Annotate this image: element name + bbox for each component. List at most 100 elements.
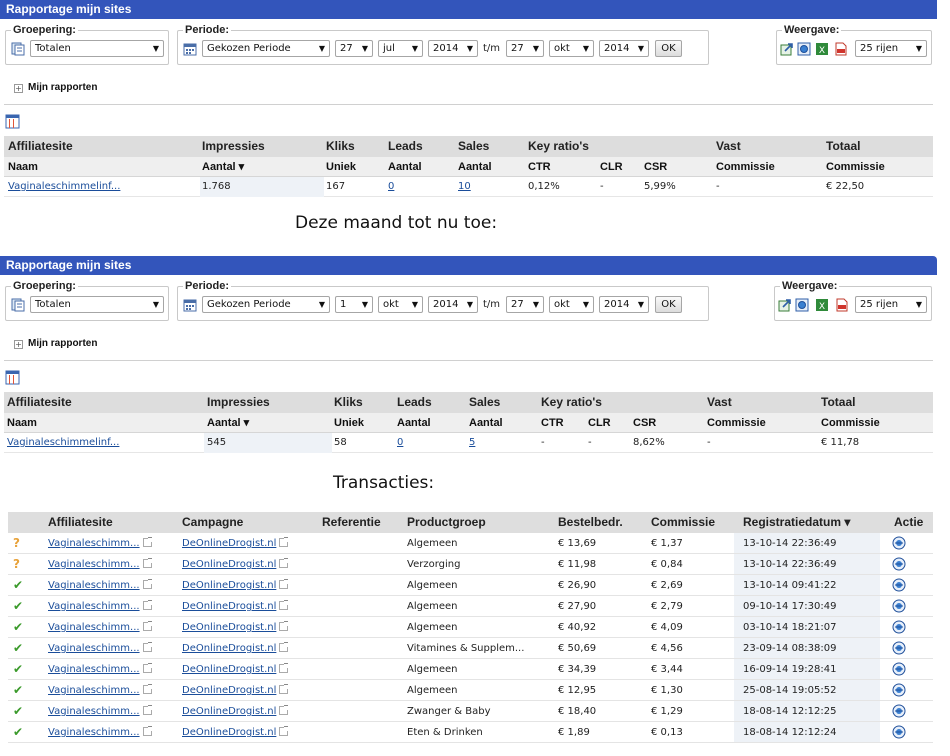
external-link-icon[interactable] [279,663,289,673]
external-link-icon[interactable] [142,726,152,736]
external-link-icon[interactable] [142,642,152,652]
sub-clr[interactable]: CLR [600,157,623,177]
sub-vast-commissie[interactable]: Commissie [716,157,775,177]
campaign-link[interactable]: DeOnlineDrogist.nl [182,580,276,591]
export-icon[interactable] [780,42,794,56]
site-link[interactable]: Vaginaleschimm... [48,559,140,570]
external-link-icon[interactable] [142,705,152,715]
external-link-icon[interactable] [142,537,152,547]
campaign-link[interactable]: DeOnlineDrogist.nl [182,559,276,570]
external-link-icon[interactable] [279,705,289,715]
campaign-link[interactable]: DeOnlineDrogist.nl [182,643,276,654]
campaign-link[interactable]: DeOnlineDrogist.nl [182,538,276,549]
leads-link[interactable]: 0 [397,433,403,453]
th-campagne[interactable]: Campagne [182,512,243,533]
sub-sales-aantal[interactable]: Aantal [458,157,492,177]
sub-totaal-commissie[interactable]: Commissie [826,157,885,177]
th-registratiedatum[interactable]: Registratiedatum ▾ [743,512,850,533]
columns-icon[interactable] [5,114,20,129]
site-link[interactable]: Vaginaleschimm... [48,643,140,654]
site-link[interactable]: Vaginaleschimm... [48,727,140,738]
details-action-icon[interactable] [892,578,906,592]
my-reports-link[interactable]: Mijn rapporten [28,338,97,349]
from-month-select[interactable]: jul ▼ [378,40,423,57]
sales-link[interactable]: 10 [458,177,471,197]
columns-icon[interactable] [5,370,20,385]
external-link-icon[interactable] [142,621,152,631]
details-action-icon[interactable] [892,620,906,634]
external-link-icon[interactable] [279,642,289,652]
sub-clr[interactable]: CLR [588,413,611,433]
sub-kliks-uniek[interactable]: Uniek [326,157,356,177]
to-month-select[interactable]: okt ▼ [549,296,594,313]
external-link-icon[interactable] [142,684,152,694]
th-affiliatesite[interactable]: Affiliatesite [48,512,113,533]
sub-totaal-commissie[interactable]: Commissie [821,413,880,433]
excel-icon[interactable]: X [815,298,829,312]
sub-leads-aantal[interactable]: Aantal [397,413,431,433]
expand-icon[interactable]: + [14,340,23,349]
external-link-icon[interactable] [142,579,152,589]
sub-vast-commissie[interactable]: Commissie [707,413,766,433]
excel-icon[interactable]: X [815,42,829,56]
external-link-icon[interactable] [142,663,152,673]
th-productgroep[interactable]: Productgroep [407,512,486,533]
pdf-icon[interactable] [834,42,848,56]
from-day-select[interactable]: 27 ▼ [335,40,373,57]
campaign-link[interactable]: DeOnlineDrogist.nl [182,601,276,612]
details-action-icon[interactable] [892,725,906,739]
sub-impressies-aantal[interactable]: Aantal ▾ [207,413,249,433]
sub-naam[interactable]: Naam [7,413,37,433]
details-action-icon[interactable] [892,536,906,550]
th-referentie[interactable]: Referentie [322,512,381,533]
to-day-select[interactable]: 27 ▼ [506,40,544,57]
site-link[interactable]: Vaginaleschimm... [48,664,140,675]
campaign-link[interactable]: DeOnlineDrogist.nl [182,706,276,717]
from-month-select[interactable]: okt ▼ [378,296,423,313]
external-link-icon[interactable] [279,726,289,736]
sub-ctr[interactable]: CTR [541,413,564,433]
sub-csr[interactable]: CSR [644,157,667,177]
campaign-link[interactable]: DeOnlineDrogist.nl [182,685,276,696]
from-year-select[interactable]: 2014 ▼ [428,296,478,313]
rows-select[interactable]: 25 rijen ▼ [855,40,927,57]
th-bestelbedrag[interactable]: Bestelbedr. [558,512,623,533]
sub-kliks-uniek[interactable]: Uniek [334,413,364,433]
details-action-icon[interactable] [892,704,906,718]
web-report-icon[interactable] [797,42,811,56]
sub-impressies-aantal[interactable]: Aantal ▾ [202,157,244,177]
leads-link[interactable]: 0 [388,177,394,197]
external-link-icon[interactable] [279,621,289,631]
expand-icon[interactable]: + [14,84,23,93]
external-link-icon[interactable] [279,579,289,589]
site-link[interactable]: Vaginaleschimm... [48,601,140,612]
sub-ctr[interactable]: CTR [528,157,551,177]
external-link-icon[interactable] [279,558,289,568]
site-link[interactable]: Vaginaleschimm... [48,622,140,633]
sub-naam[interactable]: Naam [8,157,38,177]
campaign-link[interactable]: DeOnlineDrogist.nl [182,727,276,738]
sales-link[interactable]: 5 [469,433,475,453]
th-commissie[interactable]: Commissie [651,512,715,533]
external-link-icon[interactable] [142,558,152,568]
to-year-select[interactable]: 2014 ▼ [599,40,649,57]
sub-csr[interactable]: CSR [633,413,656,433]
pdf-icon[interactable] [835,298,849,312]
external-link-icon[interactable] [279,600,289,610]
rows-select[interactable]: 25 rijen ▼ [855,296,927,313]
grouping-select[interactable]: Totalen ▼ [30,296,164,313]
ok-button[interactable]: OK [655,296,682,313]
site-link[interactable]: Vaginaleschimm... [48,706,140,717]
my-reports-link[interactable]: Mijn rapporten [28,82,97,93]
to-month-select[interactable]: okt ▼ [549,40,594,57]
export-icon[interactable] [778,298,792,312]
site-link[interactable]: Vaginaleschimmelinf... [8,177,120,197]
site-link[interactable]: Vaginaleschimm... [48,538,140,549]
to-day-select[interactable]: 27 ▼ [506,296,544,313]
external-link-icon[interactable] [279,684,289,694]
details-action-icon[interactable] [892,641,906,655]
site-link[interactable]: Vaginaleschimmelinf... [7,433,119,453]
ok-button[interactable]: OK [655,40,682,57]
campaign-link[interactable]: DeOnlineDrogist.nl [182,664,276,675]
details-action-icon[interactable] [892,599,906,613]
